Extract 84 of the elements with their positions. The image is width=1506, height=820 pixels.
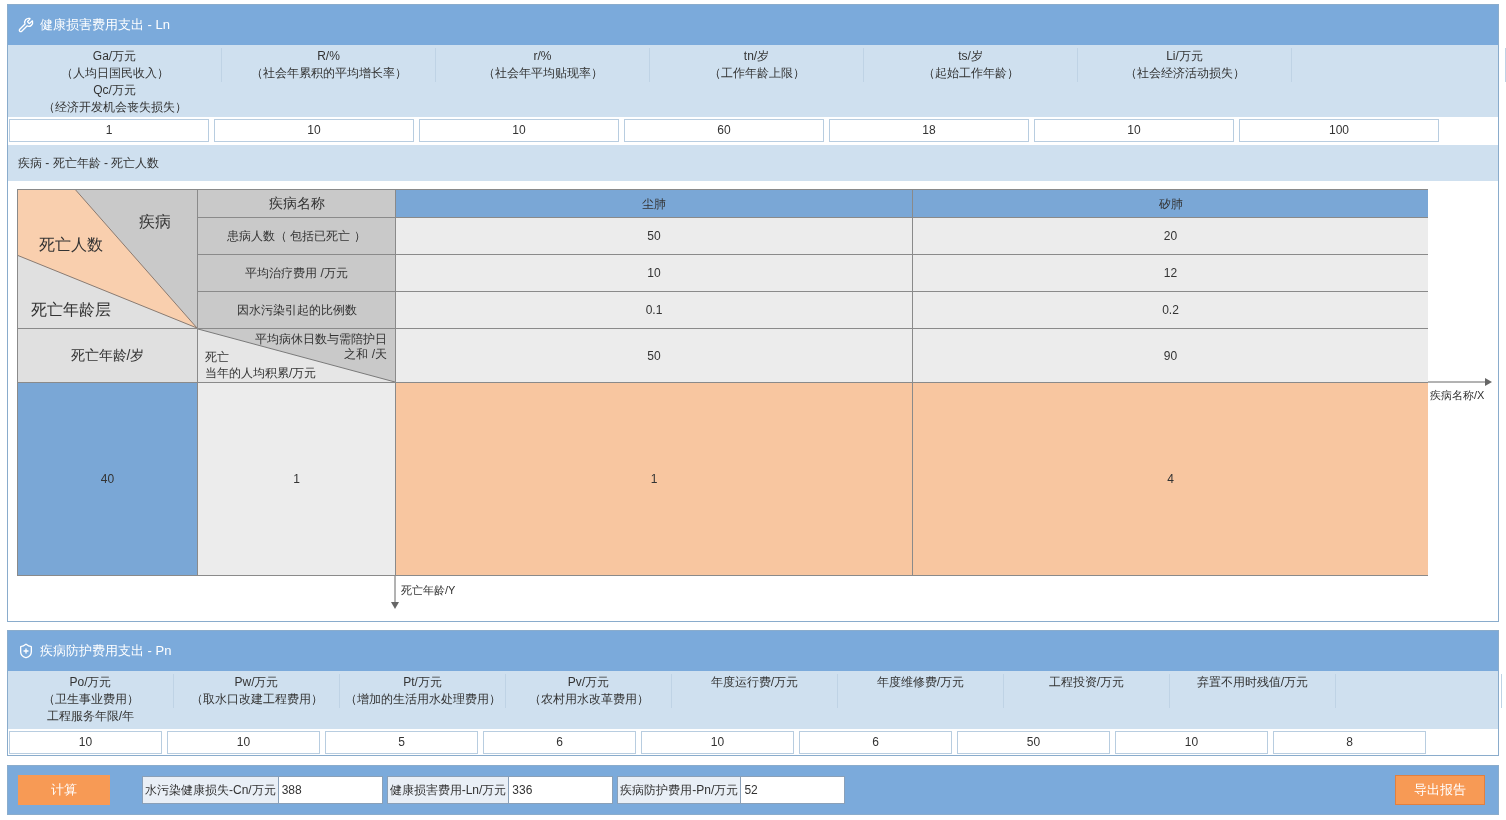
age-cell: 40 [18, 383, 197, 575]
shield-plus-icon [18, 643, 34, 659]
parameter-label: （起始工作年龄） [922, 65, 1019, 82]
result-field[interactable]: 388 [277, 777, 382, 803]
result-label: 健康损害费用-Ln/万元 [387, 777, 509, 803]
parameter-field[interactable]: 10 [1115, 730, 1268, 754]
parameter-label: （农村用水改革费用） [528, 691, 649, 708]
wrench-icon [18, 17, 34, 33]
parameter-label: （社会年平均贴现率） [482, 65, 603, 82]
row-header-cell: 患病人数（ 包括已死亡 ） [198, 218, 395, 254]
parameter-label: 工程服务年限/年 [46, 708, 135, 725]
section-title: 健康损害费用支出 - Ln [40, 16, 170, 35]
x-axis-arrow [1428, 378, 1492, 386]
parameter-field[interactable]: 10 [641, 730, 794, 754]
table-cell: 0.2 [913, 292, 1428, 328]
corner-label: 死亡年龄层 [31, 300, 111, 320]
column-header-cell: 疾病名称 [198, 190, 395, 217]
parameter-label: tn/岁 [743, 48, 770, 65]
parameter-label: Pv/万元 [567, 674, 610, 691]
table-cell: 20 [913, 218, 1428, 254]
parameter-label: 工程投资/万元 [1048, 674, 1125, 691]
result-field[interactable]: 336 [508, 777, 613, 803]
parameter-label: （取水口改建工程费用） [190, 691, 323, 708]
parameter-label: Po/万元 [69, 674, 112, 691]
parameter-field[interactable]: 10 [1034, 118, 1234, 142]
parameter-label: Qc/万元 [93, 82, 136, 99]
parameter-field[interactable]: 1 [9, 118, 209, 142]
death-count-cell: 4 [913, 383, 1428, 575]
death-count-cell: 1 [396, 383, 912, 575]
parameter-label: r/% [533, 48, 552, 65]
parameter-label: （增加的生活用水处理费用） [344, 691, 501, 708]
parameter-field[interactable]: 6 [799, 730, 952, 754]
row-header-cell: 平均治疗费用 /万元 [198, 255, 395, 291]
parameter-field[interactable]: 60 [624, 118, 824, 142]
parameter-field[interactable]: 5 [325, 730, 478, 754]
table-cell: 12 [913, 255, 1428, 291]
parameter-field[interactable]: 100 [1239, 118, 1439, 142]
parameter-label: （工作年龄上限） [708, 65, 805, 82]
parameter-label: 年度运行费/万元 [710, 674, 799, 691]
parameter-label: Li/万元 [1166, 48, 1203, 65]
parameter-field[interactable]: 8 [1273, 730, 1426, 754]
corner-label: 疾病 [139, 212, 171, 232]
result-label: 疾病防护费用-Pn/万元 [618, 777, 741, 803]
parameter-label: Pw/万元 [234, 674, 279, 691]
table-cell: 50 [396, 329, 912, 382]
parameter-label: R/% [317, 48, 340, 65]
axis-label: 死亡年龄/Y [401, 583, 456, 598]
split-header-label: 当年的人均积累/万元 [205, 365, 317, 381]
parameter-field[interactable]: 50 [957, 730, 1110, 754]
row-header-cell: 因水污染引起的比例数 [198, 292, 395, 328]
parameter-field[interactable]: 18 [829, 118, 1029, 142]
parameter-field[interactable]: 10 [9, 730, 162, 754]
split-header-label: 之和 /天 [344, 347, 387, 362]
corner-label: 死亡人数 [39, 235, 103, 255]
split-header-label: 死亡 [205, 349, 229, 365]
section-title: 疾病防护费用支出 - Pn [40, 642, 172, 661]
parameter-field[interactable]: 10 [214, 118, 414, 142]
parameter-label: （人均日国民收入） [60, 65, 169, 82]
row-header-cell: 死亡年龄/岁 [18, 329, 197, 382]
y-axis-arrow [391, 576, 399, 609]
table-cell: 10 [396, 255, 912, 291]
parameter-label: Pt/万元 [403, 674, 442, 691]
parameter-label: （社会年累积的平均增长率） [250, 65, 407, 82]
parameter-field[interactable]: 10 [419, 118, 619, 142]
parameter-field[interactable]: 10 [167, 730, 320, 754]
table-cell: 90 [913, 329, 1428, 382]
parameter-label: Ga/万元 [92, 48, 137, 65]
disease-header-cell: 矽肺 [913, 190, 1428, 217]
result-field[interactable]: 52 [740, 777, 845, 803]
axis-label: 疾病名称/X [1430, 388, 1485, 403]
split-header-label: 平均病休日数与需陪护日 [255, 332, 387, 347]
table-cell: 1 [198, 383, 395, 575]
parameter-label: （经济开发机会丧失损失） [42, 99, 187, 116]
table-title: 疾病 - 死亡年龄 - 死亡人数 [18, 155, 160, 172]
parameter-label: 年度维修费/万元 [876, 674, 965, 691]
table-cell: 50 [396, 218, 912, 254]
parameter-field[interactable]: 6 [483, 730, 636, 754]
result-label: 水污染健康损失-Cn/万元 [143, 777, 278, 803]
parameter-label: （社会经济活动损失） [1124, 65, 1245, 82]
parameter-label: （卫生事业费用） [42, 691, 139, 708]
parameter-label: 弃置不用时残值/万元 [1196, 674, 1309, 691]
parameter-label: ts/岁 [958, 48, 983, 65]
disease-header-cell: 尘肺 [396, 190, 912, 217]
table-cell: 0.1 [396, 292, 912, 328]
